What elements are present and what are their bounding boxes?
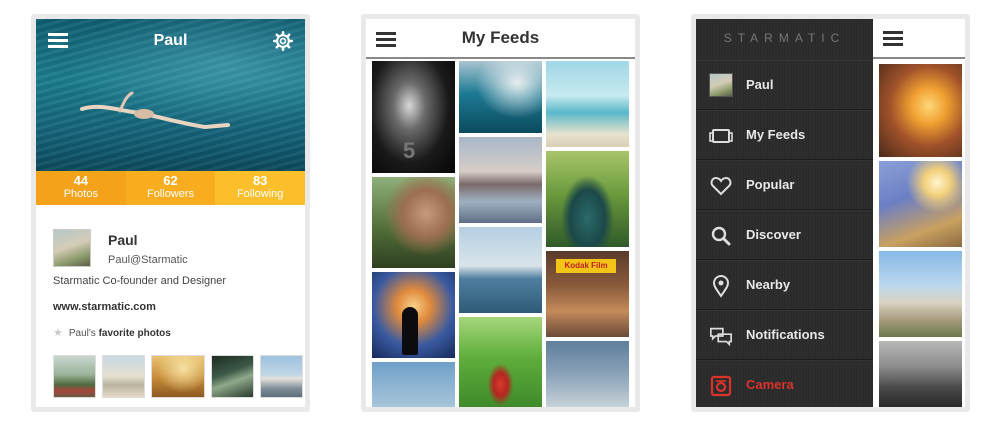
feed-photo[interactable] xyxy=(459,227,542,313)
profile-screen: Paul 44 Photos 62 Followers 83 Following… xyxy=(36,19,305,407)
menu-icon[interactable] xyxy=(883,31,903,47)
favorite-photo[interactable] xyxy=(211,355,254,398)
profile-name: Paul xyxy=(108,232,138,248)
favorite-photo[interactable] xyxy=(260,355,303,398)
stat-value: 83 xyxy=(252,173,268,188)
stats-bar: 44 Photos 62 Followers 83 Following xyxy=(36,171,305,205)
menu-item-label: Notifications xyxy=(746,327,825,342)
menu-item-my-feeds[interactable]: My Feeds xyxy=(696,110,873,160)
favorites-heading: ★ Paul's favorite photos xyxy=(53,326,171,339)
menu-item-label: Discover xyxy=(746,227,801,242)
favorite-photo[interactable] xyxy=(102,355,145,398)
menu-screen: STARMATIC Paul My Feeds Popular Discover… xyxy=(696,19,965,407)
silhouette xyxy=(402,307,418,355)
feed-photo[interactable] xyxy=(546,151,629,247)
menu-phone: STARMATIC Paul My Feeds Popular Discover… xyxy=(691,14,970,412)
website-link[interactable]: www.starmatic.com xyxy=(53,301,156,313)
menu-item-profile[interactable]: Paul xyxy=(696,60,873,110)
feed-photo[interactable] xyxy=(459,317,542,407)
stat-value: 44 xyxy=(73,173,89,188)
favorite-photo[interactable] xyxy=(151,355,205,398)
feeds-header: My Feeds xyxy=(366,19,635,59)
stat-followers[interactable]: 62 Followers xyxy=(125,171,216,205)
profile-handle: Paul@Starmatic xyxy=(108,254,188,266)
camera-icon xyxy=(710,375,732,397)
feeds-phone: My Feeds 5 Kodak Film xyxy=(361,14,640,412)
feed-photo[interactable] xyxy=(372,272,455,358)
page-title: My Feeds xyxy=(461,28,540,47)
favorites-label: favorite photos xyxy=(98,328,171,339)
avatar[interactable] xyxy=(53,229,91,267)
menu-item-popular[interactable]: Popular xyxy=(696,160,873,210)
brand-logo: STARMATIC xyxy=(723,31,846,45)
menu-item-notifications[interactable]: Notifications xyxy=(696,310,873,360)
stat-following[interactable]: 83 Following xyxy=(215,171,305,205)
profile-header-title: Paul xyxy=(153,32,188,49)
swimmer-figure xyxy=(80,91,230,129)
gear-icon[interactable] xyxy=(273,31,293,51)
app-showcase: Paul 44 Photos 62 Followers 83 Following… xyxy=(0,0,1000,425)
feed-photo[interactable] xyxy=(372,362,455,407)
feed-photo[interactable]: Kodak Film xyxy=(546,251,629,337)
stat-value: 62 xyxy=(163,173,178,188)
feed-photo[interactable] xyxy=(879,64,962,157)
menu-item-nearby[interactable]: Nearby xyxy=(696,260,873,310)
menu-item-camera[interactable]: Camera xyxy=(696,360,873,407)
star-icon: ★ xyxy=(53,327,63,339)
feed-photo[interactable] xyxy=(372,177,455,268)
location-pin-icon xyxy=(712,275,730,298)
feed-photo[interactable] xyxy=(546,341,629,407)
menu-item-label: Nearby xyxy=(746,277,791,292)
kodak-sign: Kodak Film xyxy=(556,259,616,273)
avatar xyxy=(709,73,733,97)
menu-item-label: Camera xyxy=(746,377,794,392)
profile-bio: Starmatic Co-founder and Designer xyxy=(53,275,227,287)
menu-item-label: Paul xyxy=(746,77,774,92)
stat-photos[interactable]: 44 Photos xyxy=(36,171,126,205)
heart-icon xyxy=(710,176,732,196)
menu-item-label: My Feeds xyxy=(746,127,806,142)
airplane-tail-number: 5 xyxy=(403,138,416,163)
side-menu: STARMATIC Paul My Feeds Popular Discover… xyxy=(696,19,873,407)
feed-photo[interactable] xyxy=(879,161,962,247)
search-icon xyxy=(711,226,731,246)
feeds-icon xyxy=(709,129,733,143)
menu-item-label: Popular xyxy=(746,177,795,192)
feed-photo[interactable] xyxy=(879,341,962,407)
stat-label: Followers xyxy=(146,188,195,200)
peek-content xyxy=(873,19,965,407)
profile-phone: Paul 44 Photos 62 Followers 83 Following… xyxy=(31,14,310,412)
feeds-screen: My Feeds 5 Kodak Film xyxy=(366,19,635,407)
feed-photo[interactable] xyxy=(459,61,542,133)
feed-photo[interactable]: 5 xyxy=(372,61,455,173)
stat-label: Following xyxy=(236,188,284,200)
menu-item-discover[interactable]: Discover xyxy=(696,210,873,260)
chat-bubbles-icon xyxy=(710,327,732,347)
favorites-prefix: Paul's xyxy=(68,328,96,339)
favorite-photo[interactable] xyxy=(53,355,96,398)
feed-photo[interactable] xyxy=(459,137,542,223)
stat-label: Photos xyxy=(63,188,98,200)
favorite-photos-row xyxy=(53,355,303,398)
feed-photo[interactable] xyxy=(546,61,629,147)
peek-header xyxy=(873,19,965,59)
feed-photo[interactable] xyxy=(879,251,962,337)
